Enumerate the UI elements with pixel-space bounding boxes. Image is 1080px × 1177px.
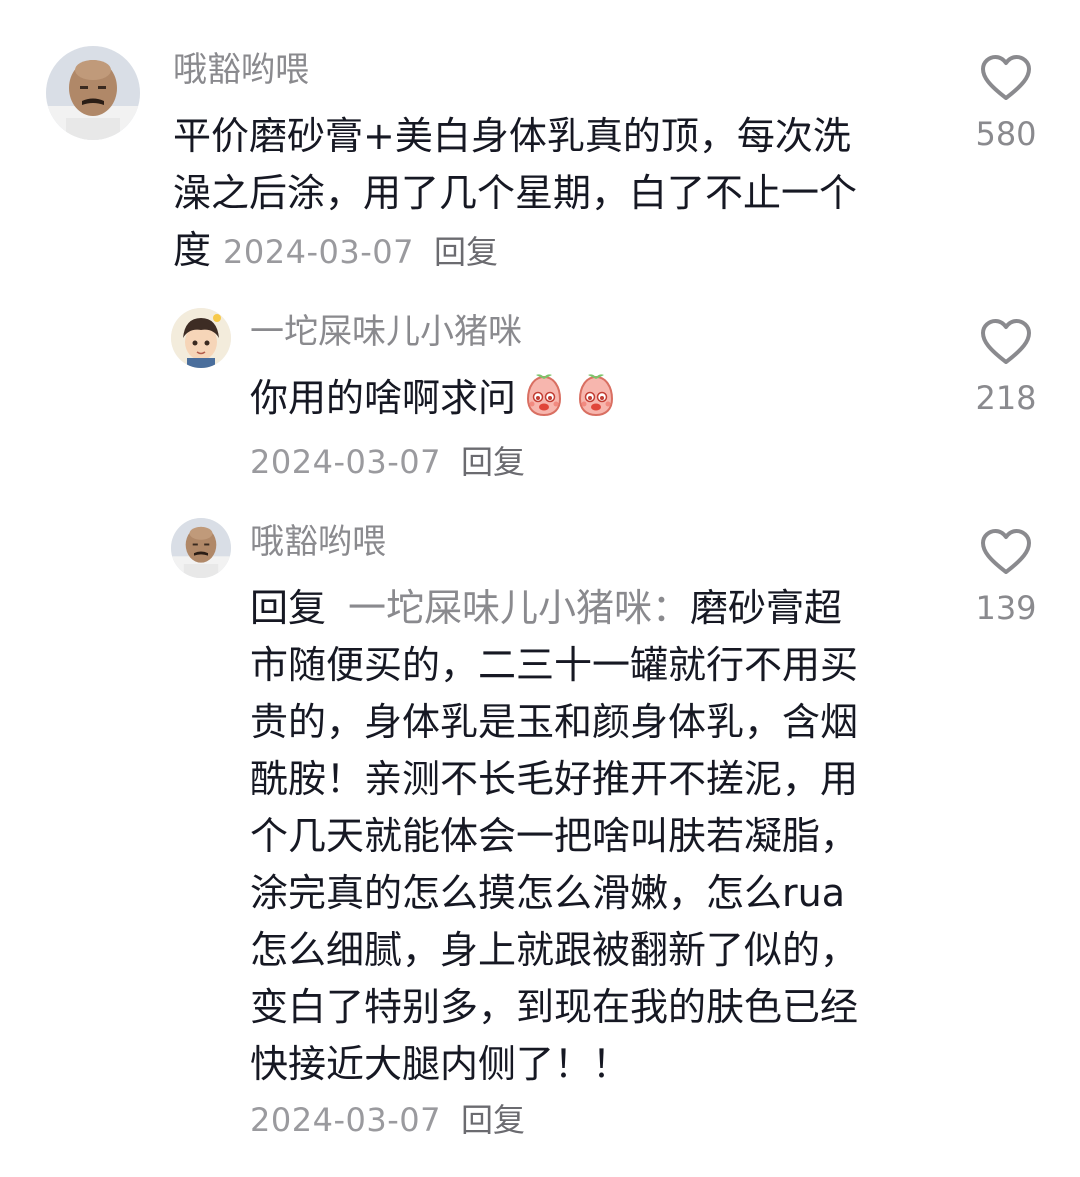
reply-button[interactable]: 回复 <box>461 443 525 481</box>
comment-meta: 2024-03-07 回复 <box>223 228 498 272</box>
reply-text-line: 市随便买的，二三十一罐就行不用买 <box>250 643 859 687</box>
reply-item: 哦豁哟喂 回复 一坨屎味儿小猪咪：磨砂膏超 市随便买的，二三十一罐就行不用买 贵的… <box>0 510 1080 1177</box>
comment-text-line: 度 2024-03-07 回复 <box>173 222 857 279</box>
reply-prefix: 回复 <box>250 586 327 630</box>
reply-text: 你用的啥啊求问 <box>250 370 620 427</box>
heart-outline-icon <box>981 55 1031 100</box>
like-count: 139 <box>975 589 1037 627</box>
heart-outline-icon <box>981 319 1031 364</box>
comment-text-line: 平价磨砂膏+美白身体乳真的顶，每次洗 <box>173 114 851 158</box>
heart-outline-icon <box>981 529 1031 574</box>
avatar[interactable] <box>171 518 231 578</box>
peach-emoji-icon <box>572 371 620 419</box>
reply-button[interactable]: 回复 <box>434 233 498 271</box>
reply-text-line: 怎么细腻，身上就跟被翻新了似的， <box>250 928 859 972</box>
comment-item: 哦豁哟喂 平价磨砂膏+美白身体乳真的顶，每次洗 澡之后涂，用了几个星期，白了不止… <box>0 0 1080 300</box>
peach-emoji-icon <box>520 371 568 419</box>
reply-text-line: 快接近大腿内侧了！！ <box>250 1042 631 1086</box>
bald-man-avatar-icon <box>46 46 140 140</box>
like-count: 218 <box>975 379 1037 417</box>
reply-item: 一坨屎味儿小猪咪 你用的啥啊求问 2024-03-07 回复 218 <box>0 300 1080 500</box>
reply-target-username[interactable]: 一坨屎味儿小猪咪： <box>348 586 690 630</box>
reply-meta: 2024-03-07 回复 <box>250 1100 525 1146</box>
comment-text-line: 澡之后涂，用了几个星期，白了不止一个 <box>173 171 858 215</box>
reply-text-line: 变白了特别多，到现在我的肤色已经 <box>250 985 859 1029</box>
reply-meta: 2024-03-07 回复 <box>250 442 525 488</box>
reply-date: 2024-03-07 <box>250 443 441 481</box>
reply-text: 回复 一坨屎味儿小猪咪：磨砂膏超 市随便买的，二三十一罐就行不用买 贵的，身体乳是… <box>250 580 858 1093</box>
reply-username[interactable]: 一坨屎味儿小猪咪 <box>250 312 522 352</box>
avatar[interactable] <box>171 308 231 368</box>
reply-text-fragment: 磨砂膏超 <box>690 586 843 630</box>
reply-text-line: 回复 一坨屎味儿小猪咪：磨砂膏超 <box>250 580 858 637</box>
reply-text-line: 个几天就能体会一把啥叫肤若凝脂， <box>250 814 859 858</box>
comment-text: 平价磨砂膏+美白身体乳真的顶，每次洗 澡之后涂，用了几个星期，白了不止一个 度2… <box>173 108 857 279</box>
bald-man-avatar-icon <box>171 518 231 578</box>
comment-username[interactable]: 哦豁哟喂 <box>173 50 309 90</box>
like-button[interactable]: 218 <box>966 318 1046 416</box>
reply-text-line: 酰胺！亲测不长毛好推开不搓泥，用 <box>250 757 859 801</box>
reply-text-fragment: 你用的啥啊求问 <box>250 376 517 420</box>
like-button[interactable]: 139 <box>966 528 1046 626</box>
reply-date: 2024-03-07 <box>250 1101 441 1139</box>
reply-text-line: 涂完真的怎么摸怎么滑嫩，怎么rua <box>250 871 845 915</box>
comment-date: 2024-03-07 <box>223 233 414 271</box>
avatar[interactable] <box>46 46 140 140</box>
anime-boy-avatar-icon <box>171 308 231 368</box>
reply-text-line: 你用的啥啊求问 <box>250 370 620 427</box>
reply-button[interactable]: 回复 <box>461 1101 525 1139</box>
comment-text-fragment: 度 <box>173 228 212 272</box>
reply-username[interactable]: 哦豁哟喂 <box>250 522 386 562</box>
reply-text-line: 贵的，身体乳是玉和颜身体乳，含烟 <box>250 700 859 744</box>
like-count: 580 <box>975 115 1037 153</box>
like-button[interactable]: 580 <box>966 54 1046 152</box>
